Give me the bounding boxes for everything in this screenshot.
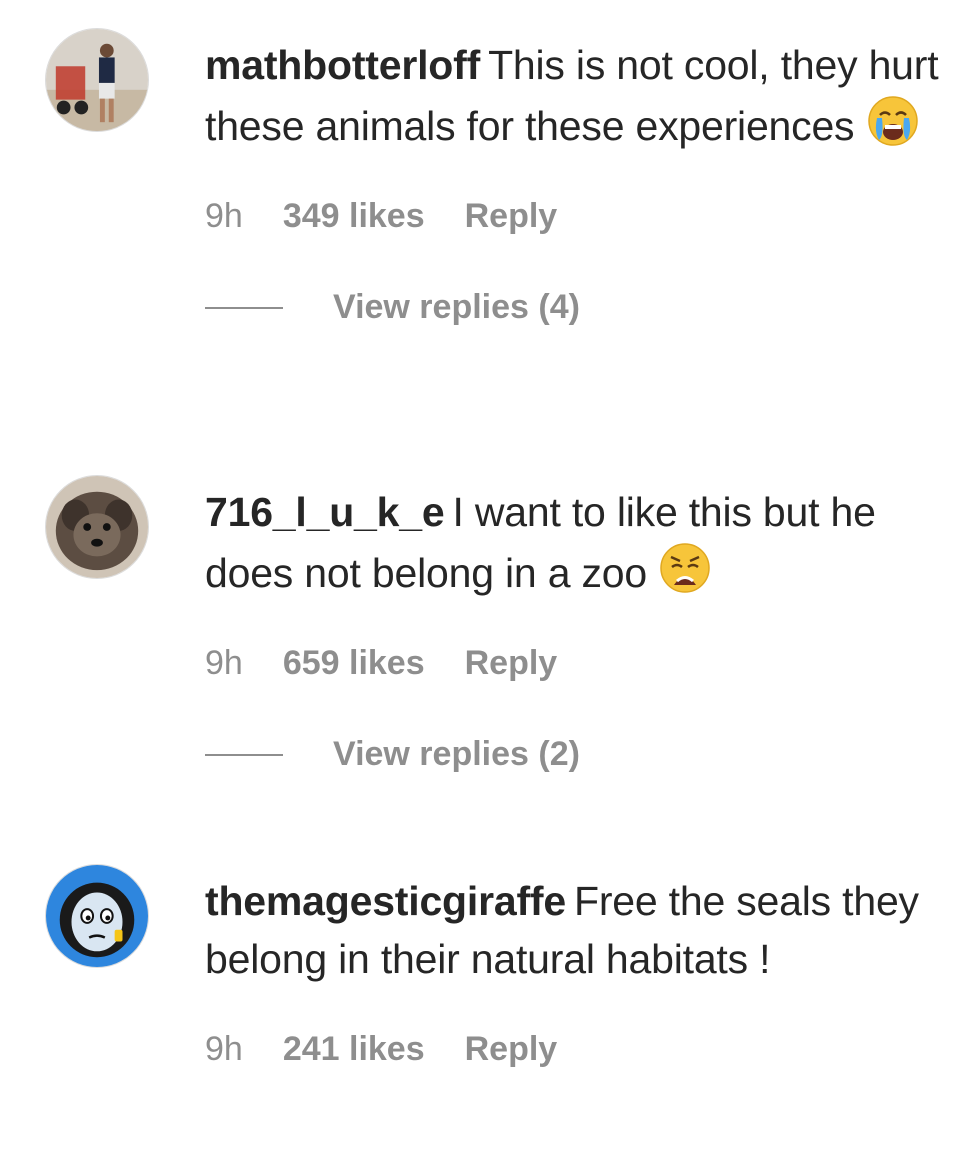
divider-line [205,753,283,756]
comment-likes[interactable]: 659 likes [283,644,425,683]
comment-time[interactable]: 9h [205,1030,243,1069]
avatar-image [46,29,148,131]
weary-face-icon [658,541,712,595]
comment-time[interactable]: 9h [205,644,243,683]
avatar[interactable] [45,28,149,132]
reply-button[interactable]: Reply [465,197,558,236]
comment-text: themagesticgiraffe Free the seals they be… [205,872,940,988]
comment-meta: 9h 659 likes Reply [205,644,940,683]
comments-list: mathbotterloff This is not cool, they hur… [0,0,980,1153]
avatar-image [46,865,148,967]
reply-button[interactable]: Reply [465,644,558,683]
view-replies-label: View replies (4) [333,288,580,326]
avatar[interactable] [45,475,149,579]
view-replies-button[interactable]: View replies (2) [205,735,940,774]
comment-time[interactable]: 9h [205,197,243,236]
divider-line [205,306,283,309]
avatar-image [46,476,148,578]
comment-username[interactable]: themagesticgiraffe [205,878,566,924]
view-replies-label: View replies (2) [333,735,580,773]
comment-text: mathbotterloff This is not cool, they hur… [205,36,940,155]
reply-button[interactable]: Reply [465,1030,558,1069]
comment-likes[interactable]: 349 likes [283,197,425,236]
comment-meta: 9h 241 likes Reply [205,1030,940,1069]
comment-meta: 9h 349 likes Reply [205,197,940,236]
comment-username[interactable]: 716_l_u_k_e [205,489,445,535]
avatar[interactable] [45,864,149,968]
comment-username[interactable]: mathbotterloff [205,42,480,88]
crying-face-icon [866,94,920,148]
comment-likes[interactable]: 241 likes [283,1030,425,1069]
comment-text: 716_l_u_k_e I want to like this but he do… [205,483,940,602]
view-replies-button[interactable]: View replies (4) [205,288,940,327]
